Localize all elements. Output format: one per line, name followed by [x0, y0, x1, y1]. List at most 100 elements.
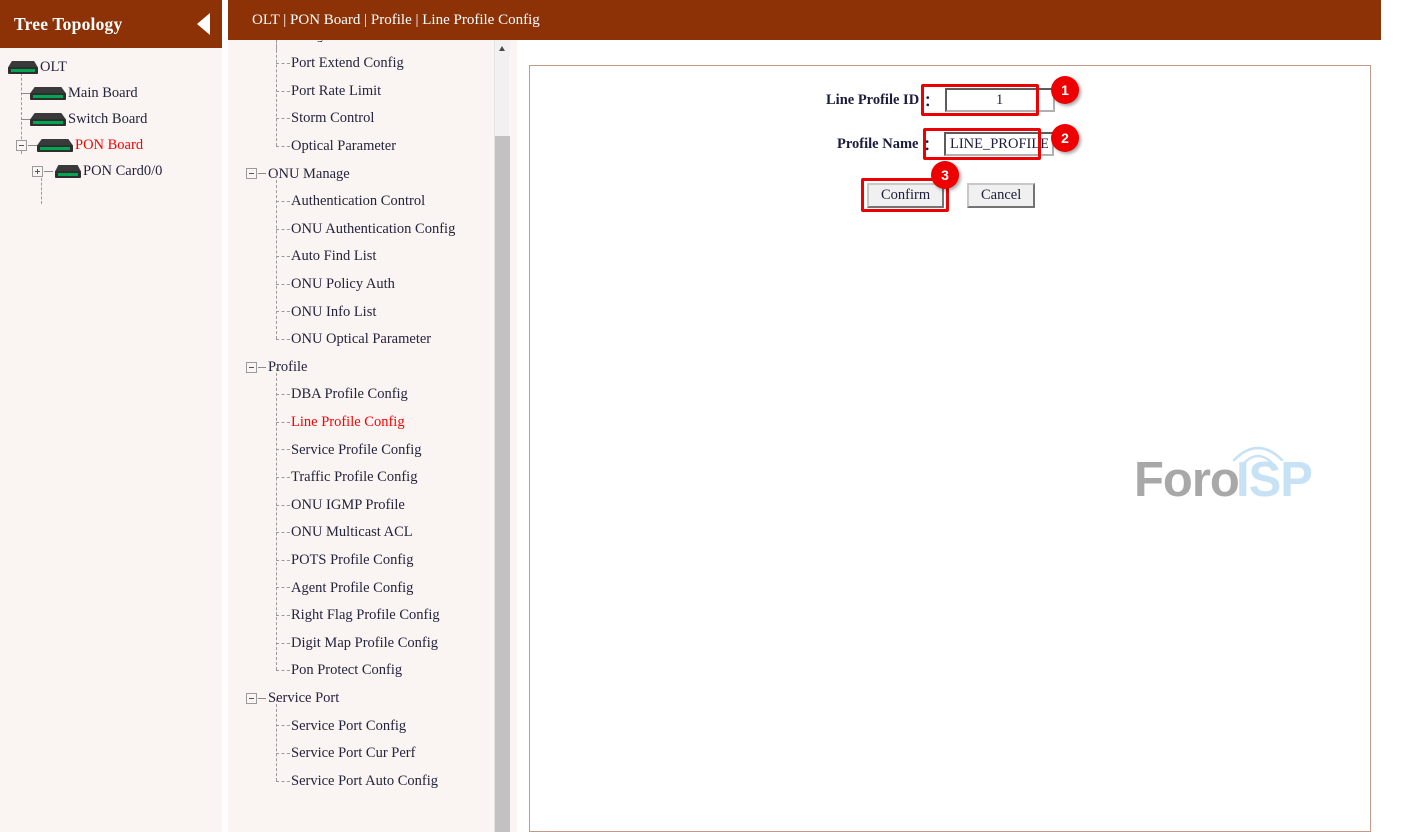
- menu-item-storm-control[interactable]: Storm Control: [228, 105, 502, 133]
- menu-group-onu-manage[interactable]: ONU Manage: [228, 160, 502, 188]
- scroll-up-arrow-icon[interactable]: [495, 40, 510, 56]
- menu-item-line-profile-config[interactable]: Line Profile Config: [228, 409, 502, 437]
- menu-item-label: Port Rate Limit: [291, 82, 382, 99]
- tree-node-label: Main Board: [68, 84, 138, 101]
- menu-item-service-port-config[interactable]: Service Port Config: [228, 712, 502, 740]
- menu-connector: [276, 118, 290, 120]
- line-profile-id-input[interactable]: [944, 88, 1055, 112]
- menu-connector: [276, 780, 290, 782]
- menu-item-label: ONU Info List: [291, 303, 377, 320]
- menu-connector: [276, 670, 290, 672]
- menu-item-label: Digit Map Profile Config: [291, 634, 439, 651]
- tree-connector: [21, 119, 30, 120]
- device-icon: [8, 60, 38, 74]
- menu-item-auto-find-list[interactable]: Auto Find List: [228, 243, 502, 271]
- navigation-menu-panel: g Port Extend Config Port Rate Limit Storm…: [228, 40, 517, 832]
- menu-item-pots-profile-config[interactable]: POTS Profile Config: [228, 547, 502, 575]
- menu-item-agent-profile-config[interactable]: Agent Profile Config: [228, 574, 502, 602]
- menu-group-service-port[interactable]: Service Port: [228, 685, 502, 713]
- tree-node-switch-board[interactable]: Switch Board: [0, 106, 222, 132]
- menu-item-onu-multicast-acl[interactable]: ONU Multicast ACL: [228, 519, 502, 547]
- menu-connector: [276, 587, 290, 589]
- tree-topology-title: Tree Topology: [14, 13, 123, 34]
- menu-item-onu-igmp-profile[interactable]: ONU IGMP Profile: [228, 492, 502, 520]
- annotation-badge-3: 3: [931, 161, 959, 189]
- menu-item-port-extend-config[interactable]: Port Extend Config: [228, 50, 502, 78]
- menu-item-port-rate-limit[interactable]: Port Rate Limit: [228, 78, 502, 106]
- tree-collapse-icon[interactable]: [16, 139, 27, 151]
- menu-connector: [276, 504, 290, 506]
- menu-collapse-icon[interactable]: [246, 168, 257, 180]
- menu-connector: [276, 477, 290, 478]
- menu-group-profile[interactable]: Profile: [228, 354, 502, 382]
- menu-item-label: ONU Policy Auth: [291, 276, 395, 293]
- menu-item-label: Service Port Auto Config: [291, 772, 439, 789]
- menu-item-onu-authentication-config[interactable]: ONU Authentication Config: [228, 216, 502, 244]
- menu-connector: [276, 394, 290, 396]
- menu-item-label: Service Port Cur Perf: [291, 745, 416, 762]
- tree-node-olt[interactable]: OLT: [0, 54, 222, 80]
- device-icon: [37, 138, 73, 152]
- menu-item-authentication-control[interactable]: Authentication Control: [228, 188, 502, 216]
- menu-connector: [276, 40, 277, 146]
- confirm-button[interactable]: Confirm: [867, 183, 945, 208]
- menu-item-label: Line Profile Config: [291, 414, 405, 431]
- menu-collapse-icon[interactable]: [246, 692, 257, 704]
- menu-item-onu-optical-parameter[interactable]: ONU Optical Parameter: [228, 326, 502, 354]
- menu-item-label: ONU Multicast ACL: [291, 524, 413, 541]
- profile-name-label: Profile Name: [837, 135, 919, 152]
- collapse-panel-icon[interactable]: [197, 13, 210, 35]
- menu-item-label: Storm Control: [291, 110, 375, 127]
- menu-item-traffic-profile-config[interactable]: Traffic Profile Config: [228, 464, 502, 492]
- tree-node-label: PON Card0/0: [83, 162, 163, 179]
- menu-item-service-profile-config[interactable]: Service Profile Config: [228, 436, 502, 464]
- menu-item-digit-map-profile-config[interactable]: Digit Map Profile Config: [228, 630, 502, 658]
- menu-group-label: Service Port: [268, 690, 340, 707]
- menu-connector: [276, 145, 290, 147]
- device-icon: [30, 86, 66, 100]
- tree-node-pon-board[interactable]: PON Board: [0, 132, 222, 158]
- device-icon: [55, 164, 81, 178]
- annotation-badge-1: 1: [1051, 76, 1079, 104]
- tree-node-main-board[interactable]: Main Board: [0, 80, 222, 106]
- menu-item-right-flag-profile-config[interactable]: Right Flag Profile Config: [228, 602, 502, 630]
- breadcrumb-bar: OLT | PON Board | Profile | Line Profile…: [228, 0, 1381, 40]
- wifi-arc-icon: [1232, 446, 1284, 464]
- cancel-button[interactable]: Cancel: [967, 183, 1036, 208]
- menu-item-label: Port Extend Config: [291, 55, 404, 72]
- menu-item-dba-profile-config[interactable]: DBA Profile Config: [228, 381, 502, 409]
- tree-node-pon-card[interactable]: PON Card0/0: [0, 158, 222, 184]
- menu-item-onu-policy-auth[interactable]: ONU Policy Auth: [228, 271, 502, 299]
- menu-connector: [276, 63, 290, 64]
- menu-group-label: Profile: [268, 358, 308, 375]
- menu-collapse-icon[interactable]: [246, 361, 257, 373]
- menu-item-service-port-cur-perf[interactable]: Service Port Cur Perf: [228, 740, 502, 768]
- menu-item-label: ONU IGMP Profile: [291, 496, 405, 513]
- menu-item-pon-protect-config[interactable]: Pon Protect Config: [228, 657, 502, 685]
- profile-name-input[interactable]: [943, 132, 1054, 156]
- menu-connector: [276, 753, 290, 754]
- profile-name-row: Profile Name ：: [837, 132, 1054, 156]
- tree-connector: [44, 171, 53, 172]
- menu-connector: [276, 228, 290, 230]
- menu-item-service-port-auto-config[interactable]: Service Port Auto Config: [228, 768, 502, 796]
- menu-item-onu-info-list[interactable]: ONU Info List: [228, 298, 502, 326]
- menu-connector: [276, 311, 290, 313]
- menu-connector: [276, 201, 290, 202]
- menu-item-label: POTS Profile Config: [291, 552, 414, 569]
- menu-connector: [258, 173, 266, 175]
- menu-connector: [276, 90, 290, 92]
- watermark-text-isp: ISP: [1236, 453, 1313, 507]
- annotation-badge-2: 2: [1051, 124, 1079, 152]
- menu-connector: [276, 40, 277, 50]
- menu-scrollbar[interactable]: [494, 40, 510, 832]
- scrollbar-thumb[interactable]: [495, 136, 510, 832]
- menu-item-optical-parameter[interactable]: Optical Parameter: [228, 133, 502, 161]
- tree-expand-icon[interactable]: [32, 165, 43, 177]
- menu-connector: [276, 725, 290, 727]
- menu-item-label: ONU Optical Parameter: [291, 331, 432, 348]
- menu-connector: [258, 366, 266, 368]
- menu-item-label: Service Profile Config: [291, 441, 422, 458]
- content-panel: Line Profile ID ： Profile Name ： Confirm…: [529, 65, 1371, 832]
- menu-connector: [276, 532, 290, 534]
